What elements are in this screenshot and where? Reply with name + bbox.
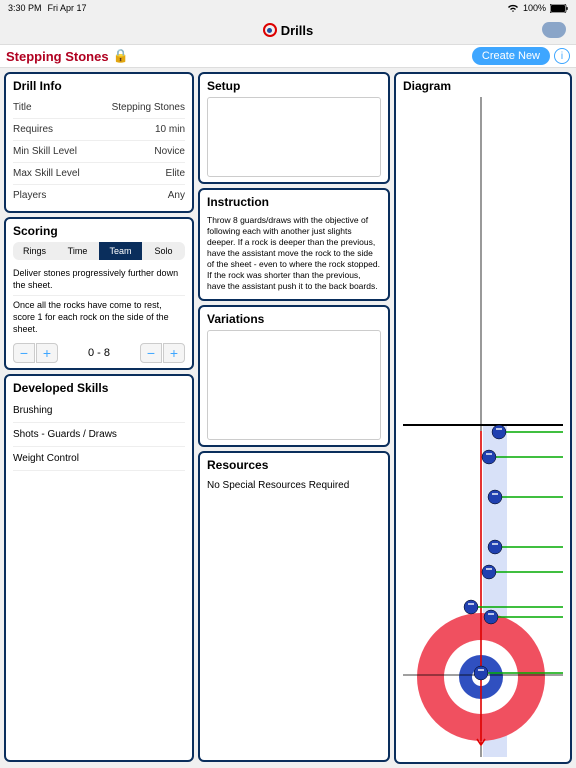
info-label: Min Skill Level	[13, 146, 77, 157]
score-minus-left[interactable]: −	[13, 343, 35, 363]
segment-rings[interactable]: Rings	[13, 242, 56, 260]
diagram-title: Diagram	[403, 79, 563, 93]
setup-panel: Setup	[198, 72, 390, 184]
score-range: 0 - 8	[88, 347, 110, 359]
stone-icon[interactable]	[542, 22, 566, 38]
segment-time[interactable]: Time	[56, 242, 99, 260]
variations-title: Variations	[207, 312, 381, 326]
segment-solo[interactable]: Solo	[142, 242, 185, 260]
segment-team[interactable]: Team	[99, 242, 142, 260]
nav-bar: Drills	[0, 16, 576, 44]
info-row: Title Stepping Stones	[13, 97, 185, 119]
status-time: 3:30 PM	[8, 3, 42, 13]
variations-panel: Variations	[198, 305, 390, 447]
setup-title: Setup	[207, 79, 381, 93]
diagram-canvas[interactable]	[403, 97, 563, 757]
score-plus-left[interactable]: +	[36, 343, 58, 363]
info-label: Title	[13, 102, 32, 113]
info-row: Requires 10 min	[13, 119, 185, 141]
instruction-text: Throw 8 guards/draws with the objective …	[207, 213, 381, 294]
info-row: Players Any	[13, 185, 185, 206]
info-label: Requires	[13, 124, 53, 135]
sub-header: Stepping Stones 🔒 Create New i	[0, 44, 576, 68]
info-value: Stepping Stones	[112, 102, 185, 113]
instruction-title: Instruction	[207, 195, 381, 209]
scoring-segments[interactable]: RingsTimeTeamSolo	[13, 242, 185, 260]
target-icon	[263, 23, 277, 37]
info-row: Min Skill Level Novice	[13, 141, 185, 163]
info-value: Any	[168, 190, 185, 201]
info-value: 10 min	[155, 124, 185, 135]
skills-title: Developed Skills	[13, 381, 185, 395]
info-value: Elite	[166, 168, 185, 179]
status-date: Fri Apr 17	[48, 3, 87, 13]
score-plus-right[interactable]: +	[163, 343, 185, 363]
wifi-icon	[507, 4, 519, 13]
skill-row: Weight Control	[13, 447, 185, 471]
info-label: Max Skill Level	[13, 168, 80, 179]
drill-name: Stepping Stones 🔒	[6, 48, 129, 64]
info-label: Players	[13, 190, 46, 201]
info-icon[interactable]: i	[554, 48, 570, 64]
setup-textarea[interactable]	[207, 97, 381, 177]
resources-text: No Special Resources Required	[207, 476, 381, 495]
skill-row: Brushing	[13, 399, 185, 423]
content: Drill Info Title Stepping Stones Requires 1…	[0, 68, 576, 766]
lock-icon: 🔒	[113, 48, 129, 64]
scoring-line1: Deliver stones progressively further dow…	[13, 264, 185, 296]
skills-panel: Developed Skills BrushingShots - Guards …	[4, 374, 194, 762]
diagram-panel: Diagram	[394, 72, 572, 764]
info-value: Novice	[154, 146, 185, 157]
battery-percent: 100%	[523, 3, 546, 13]
resources-panel: Resources No Special Resources Required	[198, 451, 390, 762]
scoring-title: Scoring	[13, 224, 185, 238]
instruction-panel: Instruction Throw 8 guards/draws with th…	[198, 188, 390, 301]
drill-info-title: Drill Info	[13, 79, 185, 93]
status-bar: 3:30 PM Fri Apr 17 100%	[0, 0, 576, 16]
scoring-line2: Once all the rocks have come to rest, sc…	[13, 296, 185, 339]
create-new-button[interactable]: Create New	[472, 47, 550, 65]
page-title: Drills	[263, 23, 314, 38]
skill-row: Shots - Guards / Draws	[13, 423, 185, 447]
resources-title: Resources	[207, 458, 381, 472]
score-minus-right[interactable]: −	[140, 343, 162, 363]
info-row: Max Skill Level Elite	[13, 163, 185, 185]
battery-icon	[550, 4, 568, 13]
scoring-panel: Scoring RingsTimeTeamSolo Deliver stones…	[4, 217, 194, 370]
drill-info-panel: Drill Info Title Stepping Stones Requires 1…	[4, 72, 194, 213]
variations-textarea[interactable]	[207, 330, 381, 440]
